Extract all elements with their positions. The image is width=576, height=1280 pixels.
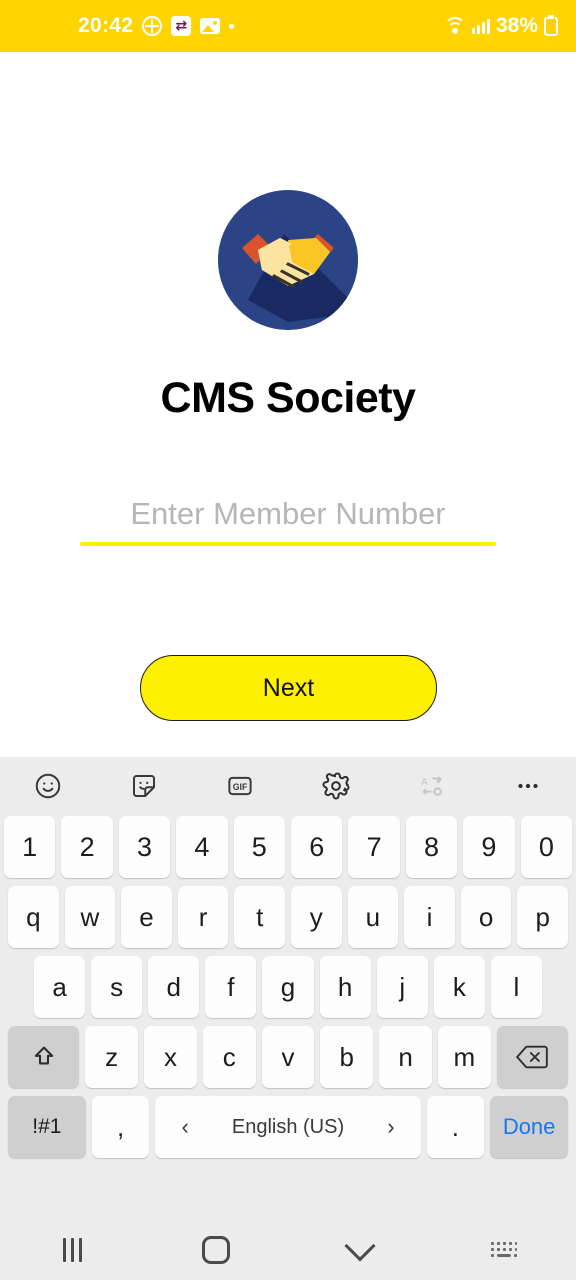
key-4[interactable]: 4 — [176, 816, 228, 878]
space-language-label: English (US) — [231, 1115, 345, 1138]
key-u[interactable]: u — [347, 886, 399, 948]
key-k[interactable]: k — [433, 956, 485, 1018]
key-z[interactable]: z — [85, 1026, 139, 1088]
handshake-logo-icon — [218, 190, 358, 330]
key-v[interactable]: v — [261, 1026, 315, 1088]
key-n[interactable]: n — [379, 1026, 432, 1088]
backspace-key[interactable] — [496, 1026, 568, 1088]
keyboard-rows: 1 2 3 4 5 6 7 8 9 0 q w e r t y u i o p … — [0, 814, 576, 1158]
key-g[interactable]: g — [262, 956, 314, 1018]
member-number-field-wrap — [80, 492, 496, 546]
status-bar-right: 38% — [443, 14, 558, 38]
key-7[interactable]: 7 — [348, 816, 400, 878]
translate-icon[interactable]: A — [384, 771, 480, 801]
key-w[interactable]: w — [64, 886, 116, 948]
key-q[interactable]: q — [8, 886, 59, 948]
next-language-icon[interactable]: › — [387, 1114, 394, 1140]
key-s[interactable]: s — [91, 956, 143, 1018]
key-b[interactable]: b — [320, 1026, 374, 1088]
recents-icon[interactable] — [0, 1238, 144, 1262]
dot-icon — [229, 23, 235, 29]
period-key[interactable]: . — [426, 1096, 485, 1158]
key-5[interactable]: 5 — [233, 816, 285, 878]
target-icon — [142, 16, 163, 36]
comma-key[interactable]: , — [91, 1096, 150, 1158]
signal-icon — [471, 18, 490, 34]
emoji-icon[interactable] — [0, 771, 96, 801]
key-y[interactable]: y — [291, 886, 342, 948]
settings-gear-icon[interactable] — [288, 771, 384, 801]
key-1[interactable]: 1 — [3, 816, 56, 878]
space-key[interactable]: ‹ English (US) › — [155, 1096, 421, 1158]
status-bar-left: 20:42 ⇄ — [78, 14, 235, 38]
phone-screen: 20:42 ⇄ 38% ⚡ CMS Society Enter Member N… — [0, 0, 576, 1280]
key-i[interactable]: i — [404, 886, 455, 948]
more-options-icon[interactable] — [480, 771, 576, 801]
next-button[interactable]: Next — [140, 655, 437, 721]
battery-charging-icon — [544, 14, 558, 36]
home-icon[interactable] — [144, 1236, 288, 1264]
keyboard: GIF A 1 2 3 4 5 6 7 8 9 0 q w e r t y u … — [0, 757, 576, 1220]
keyboard-row-bottom: z x c v b n m — [4, 1026, 572, 1088]
keyboard-row-home: a s d f g h j k l — [4, 956, 572, 1018]
key-t[interactable]: t — [234, 886, 285, 948]
photo-icon — [200, 18, 221, 34]
key-f[interactable]: f — [205, 956, 257, 1018]
shift-key[interactable] — [8, 1026, 80, 1088]
key-e[interactable]: e — [121, 886, 172, 948]
svg-text:GIF: GIF — [233, 781, 248, 791]
status-time: 20:42 — [78, 14, 134, 37]
key-p[interactable]: p — [517, 886, 568, 948]
app-notification-icon: ⇄ — [171, 16, 192, 36]
chevron-down-icon[interactable] — [288, 1230, 432, 1262]
key-x[interactable]: x — [144, 1026, 197, 1088]
key-j[interactable]: j — [376, 956, 428, 1018]
keyboard-row-numbers: 1 2 3 4 5 6 7 8 9 0 — [3, 816, 573, 878]
svg-text:A: A — [421, 776, 428, 787]
keyboard-toolbar: GIF A — [0, 757, 576, 814]
key-m[interactable]: m — [437, 1026, 491, 1088]
sticker-icon[interactable] — [96, 771, 192, 801]
key-9[interactable]: 9 — [463, 816, 515, 878]
key-h[interactable]: h — [319, 956, 371, 1018]
key-o[interactable]: o — [460, 886, 512, 948]
wifi-icon — [443, 16, 466, 35]
navigation-bar — [0, 1220, 576, 1280]
member-number-input[interactable] — [80, 492, 496, 542]
handshake-logo — [218, 190, 358, 330]
done-key[interactable]: Done — [490, 1096, 569, 1158]
keyboard-row-space: !#1 , ‹ English (US) › . Done — [4, 1096, 572, 1158]
key-d[interactable]: d — [148, 956, 200, 1018]
key-a[interactable]: a — [34, 956, 86, 1018]
key-8[interactable]: 8 — [405, 816, 458, 878]
member-number-underline — [80, 542, 496, 546]
status-bar: 20:42 ⇄ 38% — [0, 0, 576, 52]
key-6[interactable]: 6 — [291, 816, 343, 878]
key-3[interactable]: 3 — [118, 816, 171, 878]
symbols-key[interactable]: !#1 — [7, 1096, 86, 1158]
key-r[interactable]: r — [177, 886, 229, 948]
page-title: CMS Society — [160, 374, 416, 422]
key-l[interactable]: l — [490, 956, 542, 1018]
keyboard-row-top: q w e r t y u i o p — [4, 886, 572, 948]
gif-icon[interactable]: GIF — [192, 771, 288, 801]
key-0[interactable]: 0 — [520, 816, 573, 878]
battery-percent: 38% — [495, 14, 538, 37]
keyboard-switch-icon[interactable] — [432, 1239, 576, 1261]
key-2[interactable]: 2 — [61, 816, 113, 878]
app-content: CMS Society Next — [0, 52, 576, 757]
key-c[interactable]: c — [202, 1026, 256, 1088]
prev-language-icon[interactable]: ‹ — [181, 1114, 188, 1140]
